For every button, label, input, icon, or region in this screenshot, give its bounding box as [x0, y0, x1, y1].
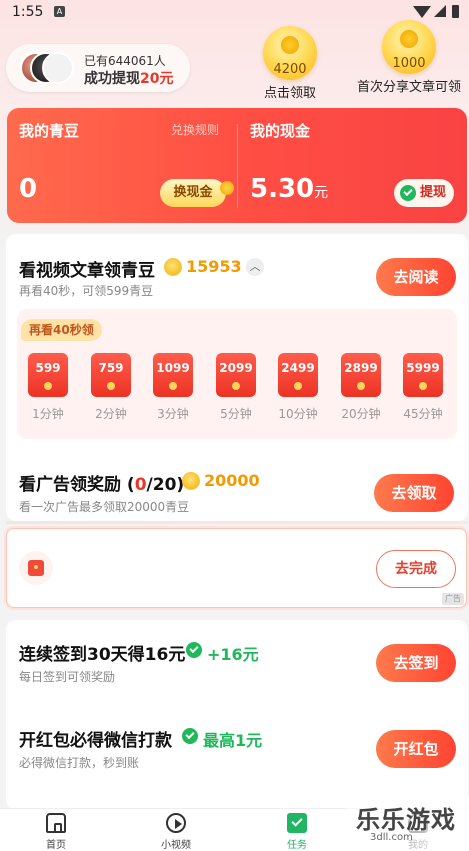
avatar	[42, 52, 74, 84]
wallet-card: 我的青豆 兑换规则 我的现金 0 换现金 5.30元 提现	[7, 108, 467, 223]
packet-time: 3分钟	[157, 407, 189, 421]
nav-video[interactable]: 小视频	[146, 813, 206, 851]
watermark-sub: 3dll.com	[370, 832, 413, 843]
red-packet[interactable]: 2499	[278, 353, 318, 397]
red-packet[interactable]: 2099	[216, 353, 256, 397]
withdraw-ticker[interactable]: 已有644061人 成功提现20元	[6, 44, 190, 92]
complete-button[interactable]: 去完成	[376, 550, 456, 588]
red-packet[interactable]: 5999	[403, 353, 443, 397]
cash-title: 我的现金	[250, 122, 311, 140]
red-packet[interactable]: 2899	[341, 353, 381, 397]
status-time: 1:55	[12, 4, 44, 20]
task-title: 连续签到30天得16元	[19, 645, 186, 665]
play-icon	[166, 813, 186, 833]
chevron-up-icon[interactable]: ︿	[246, 258, 264, 276]
task-coins: 15953	[186, 257, 242, 276]
signal-icon	[434, 5, 446, 17]
nav-label: 任务	[287, 840, 307, 851]
home-icon	[46, 813, 66, 833]
divider	[6, 521, 468, 524]
watermark-title: 乐乐游戏	[356, 806, 456, 834]
signin-button[interactable]: 去签到	[376, 644, 456, 682]
beans-value: 0	[19, 174, 38, 204]
avatar-stack	[20, 50, 80, 86]
ad-banner[interactable]: 去完成 广告	[6, 528, 467, 608]
task-subtitle: 必得微信打款，秒到账	[19, 756, 140, 770]
notification-icon: A	[54, 6, 65, 17]
nav-home[interactable]: 首页	[26, 813, 86, 851]
coin-caption: 点击领取	[263, 86, 316, 101]
exchange-cash-button[interactable]: 换现金	[160, 179, 234, 207]
wechat-check-icon	[400, 185, 416, 201]
coin-value: 4200	[273, 62, 307, 77]
wechat-icon	[182, 728, 198, 744]
withdraw-success-text: 成功提现20元	[84, 71, 174, 87]
coin-icon: 1000	[382, 20, 436, 74]
red-packet[interactable]: 599	[28, 353, 68, 397]
task-title: 开红包必得微信打款	[19, 731, 172, 751]
nav-label: 小视频	[161, 840, 191, 851]
red-packet[interactable]: 1099	[153, 353, 193, 397]
exchange-rule-link[interactable]: 兑换规则	[171, 121, 219, 138]
withdraw-button[interactable]: 提现	[394, 179, 454, 207]
red-packet-icon	[19, 551, 53, 585]
timer-rewards: 再看40秒领 599 1分钟 759 2分钟 1099 3分钟 2099 5分钟…	[17, 309, 457, 439]
coin-icon	[164, 258, 182, 276]
task-title-ad: 看广告领奖励 (0/20)	[19, 475, 185, 495]
ad-progress-done: 0	[134, 475, 147, 495]
task-reward: +16元	[207, 645, 259, 664]
packet-time: 10分钟	[278, 407, 318, 421]
beans-title: 我的青豆	[19, 122, 80, 140]
withdraw-count-text: 已有644061人	[84, 54, 166, 68]
red-packet[interactable]: 759	[91, 353, 131, 397]
claim-button[interactable]: 去领取	[374, 474, 454, 512]
coin-click-button[interactable]: 4200 点击领取	[258, 26, 322, 101]
withdraw-amount: 20元	[140, 71, 174, 87]
task-title: 看视频文章领青豆	[19, 261, 155, 281]
read-button[interactable]: 去阅读	[376, 258, 456, 296]
task-coins: 20000	[204, 471, 260, 490]
packet-time: 1分钟	[32, 407, 64, 421]
coin-icon: 4200	[263, 26, 317, 80]
cash-value: 5.30元	[250, 174, 329, 204]
task-subtitle: 每日签到可领奖励	[19, 670, 116, 684]
task-subtitle: 看一次广告最多领取20000青豆	[19, 500, 190, 514]
coin-caption: 首次分享文章可领	[356, 80, 461, 95]
wechat-icon	[186, 642, 202, 658]
packet-time: 2分钟	[95, 407, 127, 421]
nav-task[interactable]: 任务	[267, 813, 327, 851]
coin-icon	[182, 472, 200, 490]
watermark: 乐乐游戏 3dll.com	[346, 796, 469, 851]
coin-value: 1000	[392, 56, 426, 71]
task-subtitle: 再看40秒，可领599青豆	[19, 284, 154, 298]
wallet-divider	[237, 124, 238, 208]
packet-time: 45分钟	[403, 407, 443, 421]
ad-tag: 广告	[442, 593, 464, 605]
packet-time: 20分钟	[341, 407, 381, 421]
task-reward: 最高1元	[203, 731, 263, 750]
task-card-bonus: 连续签到30天得16元 +16元 每日签到可领奖励 去签到 开红包必得微信打款 …	[6, 620, 468, 810]
nav-label: 首页	[46, 840, 66, 851]
task-icon	[287, 813, 307, 833]
timer-badge: 再看40秒领	[21, 319, 102, 341]
battery-icon	[452, 5, 459, 18]
coin-share-button[interactable]: 1000 首次分享文章可领	[350, 20, 468, 95]
task-card-video: 看视频文章领青豆 15953 ︿ 再看40秒，可领599青豆 去阅读 再看40秒…	[6, 234, 468, 521]
open-redpacket-button[interactable]: 开红包	[376, 730, 456, 768]
packet-time: 5分钟	[220, 407, 252, 421]
wifi-icon	[413, 6, 431, 18]
